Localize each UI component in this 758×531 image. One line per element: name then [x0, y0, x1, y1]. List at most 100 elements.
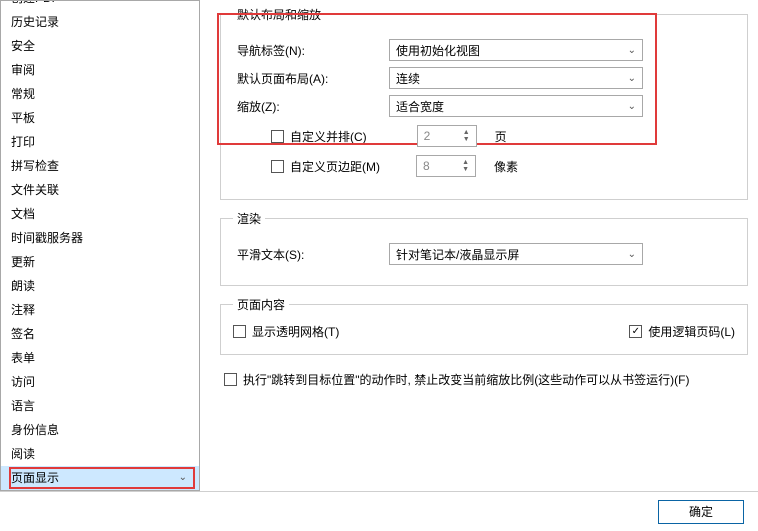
checkbox-custom-tile[interactable] — [271, 130, 284, 143]
chevron-down-icon: ⌄ — [628, 45, 636, 56]
ok-button[interactable]: 确定 — [658, 500, 744, 524]
chevron-down-icon: ⌄ — [628, 101, 636, 112]
label-zoom: 缩放(Z): — [233, 98, 389, 115]
input-custom-margin[interactable]: 8 ▲▼ — [416, 155, 476, 177]
group-default-layout: 默认布局和缩放 导航标签(N): 使用初始化视图 ⌄ 默认页面布局(A): 连续… — [220, 6, 748, 200]
group-rendering: 渲染 平滑文本(S): 针对笔记本/液晶显示屏 ⌄ — [220, 210, 748, 286]
combo-page-layout[interactable]: 连续 ⌄ — [389, 67, 643, 89]
row-smooth-text: 平滑文本(S): 针对笔记本/液晶显示屏 ⌄ — [233, 243, 735, 265]
sidebar-item-label: 页面显示 — [11, 469, 59, 487]
sidebar-item-label: 朗读 — [11, 279, 35, 293]
group-default-layout-legend: 默认布局和缩放 — [233, 6, 325, 23]
row-custom-tile: 自定义并排(C) 2 ▲▼ 页 — [271, 125, 735, 147]
sidebar-item[interactable]: 文件关联 — [1, 178, 199, 202]
category-sidebar: 全屏创建PDF历史记录安全审阅常规平板打印拼写检查文件关联文档时间戳服务器更新朗… — [0, 0, 200, 491]
dialog-footer: 确定 — [0, 491, 758, 531]
combo-page-layout-value: 连续 — [396, 70, 420, 87]
sidebar-item-label: 语言 — [11, 399, 35, 413]
sidebar-item[interactable]: 页面显示 ⌄ — [1, 466, 199, 490]
row-zoom: 缩放(Z): 适合宽度 ⌄ — [233, 95, 735, 117]
group-page-content: 页面内容 显示透明网格(T) 使用逻辑页码(L) — [220, 296, 748, 355]
sidebar-item-label: 访问 — [11, 375, 35, 389]
combo-nav-tab-value: 使用初始化视图 — [396, 42, 480, 59]
label-smooth-text: 平滑文本(S): — [233, 246, 389, 263]
custom-settings-block: 自定义并排(C) 2 ▲▼ 页 自定义页边距(M) 8 ▲▼ — [233, 125, 735, 177]
sidebar-item-label: 表单 — [11, 351, 35, 365]
sidebar-item-label: 更新 — [11, 255, 35, 269]
preferences-window: 全屏创建PDF历史记录安全审阅常规平板打印拼写检查文件关联文档时间戳服务器更新朗… — [0, 0, 758, 531]
sidebar-item[interactable]: 语言 — [1, 394, 199, 418]
sidebar-item[interactable]: 访问 — [1, 370, 199, 394]
chevron-down-icon: ⌄ — [628, 73, 636, 84]
sidebar-item-label: 安全 — [11, 39, 35, 53]
label-transparent-grid: 显示透明网格(T) — [252, 323, 339, 340]
checkbox-logical-page[interactable] — [629, 325, 642, 338]
input-custom-tile[interactable]: 2 ▲▼ — [417, 125, 477, 147]
combo-nav-tab[interactable]: 使用初始化视图 ⌄ — [389, 39, 643, 61]
spinner-icon[interactable]: ▲▼ — [462, 159, 469, 173]
combo-zoom[interactable]: 适合宽度 ⌄ — [389, 95, 643, 117]
sidebar-item[interactable]: 签名 — [1, 322, 199, 346]
settings-content: 默认布局和缩放 导航标签(N): 使用初始化视图 ⌄ 默认页面布局(A): 连续… — [200, 0, 758, 491]
sidebar-item[interactable]: 平板 — [1, 106, 199, 130]
checkbox-custom-margin[interactable] — [271, 160, 284, 173]
label-custom-tile: 自定义并排(C) — [290, 128, 367, 145]
sidebar-item[interactable]: 审阅 — [1, 58, 199, 82]
sidebar-item[interactable]: 打印 — [1, 130, 199, 154]
sidebar-item-label: 文档 — [11, 207, 35, 221]
sidebar-item[interactable]: 阅读 — [1, 442, 199, 466]
unit-pixels: 像素 — [494, 158, 518, 175]
sidebar-item[interactable]: 更新 — [1, 250, 199, 274]
row-nav-tab: 导航标签(N): 使用初始化视图 ⌄ — [233, 39, 735, 61]
chevron-down-icon: ⌄ — [179, 469, 191, 487]
sidebar-item-label: 注释 — [11, 303, 35, 317]
sidebar-item-label: 审阅 — [11, 63, 35, 77]
sidebar-item[interactable]: 安全 — [1, 34, 199, 58]
sidebar-item-label: 平板 — [11, 111, 35, 125]
chevron-down-icon: ⌄ — [628, 249, 636, 260]
sidebar-item[interactable]: 时间戳服务器 — [1, 226, 199, 250]
checkbox-transparent-grid[interactable] — [233, 325, 246, 338]
row-jump-lock-zoom: 执行"跳转到目标位置"的动作时, 禁止改变当前缩放比例(这些动作可以从书签运行)… — [224, 371, 748, 388]
combo-smooth-text[interactable]: 针对笔记本/液晶显示屏 ⌄ — [389, 243, 643, 265]
row-page-content-checks: 显示透明网格(T) 使用逻辑页码(L) — [233, 323, 735, 340]
input-custom-margin-value: 8 — [423, 159, 430, 173]
main-area: 全屏创建PDF历史记录安全审阅常规平板打印拼写检查文件关联文档时间戳服务器更新朗… — [0, 0, 758, 491]
sidebar-item[interactable]: 身份信息 — [1, 418, 199, 442]
sidebar-item-label: 常规 — [11, 87, 35, 101]
checkbox-jump-lock-zoom[interactable] — [224, 373, 237, 386]
label-page-layout: 默认页面布局(A): — [233, 70, 389, 87]
label-jump-lock-zoom: 执行"跳转到目标位置"的动作时, 禁止改变当前缩放比例(这些动作可以从书签运行)… — [243, 371, 690, 388]
category-list[interactable]: 全屏创建PDF历史记录安全审阅常规平板打印拼写检查文件关联文档时间戳服务器更新朗… — [1, 1, 199, 490]
ok-button-label: 确定 — [689, 503, 713, 520]
unit-pages: 页 — [495, 128, 507, 145]
group-rendering-legend: 渲染 — [233, 210, 265, 227]
sidebar-item[interactable]: 文档 — [1, 202, 199, 226]
sidebar-item[interactable]: 创建PDF — [1, 1, 199, 10]
sidebar-item[interactable]: 注释 — [1, 298, 199, 322]
label-nav-tab: 导航标签(N): — [233, 42, 389, 59]
sidebar-item-label: 创建PDF — [11, 1, 59, 5]
sidebar-item[interactable]: 朗读 — [1, 274, 199, 298]
row-custom-margin: 自定义页边距(M) 8 ▲▼ 像素 — [271, 155, 735, 177]
sidebar-item-label: 拼写检查 — [11, 159, 59, 173]
sidebar-item-label: 身份信息 — [11, 423, 59, 437]
sidebar-item[interactable]: 表单 — [1, 346, 199, 370]
sidebar-item-label: 打印 — [11, 135, 35, 149]
sidebar-item-label: 历史记录 — [11, 15, 59, 29]
sidebar-item-label: 阅读 — [11, 447, 35, 461]
combo-smooth-text-value: 针对笔记本/液晶显示屏 — [396, 246, 519, 263]
sidebar-item[interactable]: 历史记录 — [1, 10, 199, 34]
sidebar-item-label: 时间戳服务器 — [11, 231, 83, 245]
label-logical-page: 使用逻辑页码(L) — [648, 323, 735, 340]
label-custom-margin: 自定义页边距(M) — [290, 158, 380, 175]
sidebar-item-label: 签名 — [11, 327, 35, 341]
input-custom-tile-value: 2 — [424, 129, 431, 143]
spinner-icon[interactable]: ▲▼ — [463, 129, 470, 143]
sidebar-item[interactable]: 常规 — [1, 82, 199, 106]
group-page-content-legend: 页面内容 — [233, 296, 289, 313]
sidebar-item-label: 文件关联 — [11, 183, 59, 197]
sidebar-item[interactable]: 拼写检查 — [1, 154, 199, 178]
combo-zoom-value: 适合宽度 — [396, 98, 444, 115]
row-page-layout: 默认页面布局(A): 连续 ⌄ — [233, 67, 735, 89]
